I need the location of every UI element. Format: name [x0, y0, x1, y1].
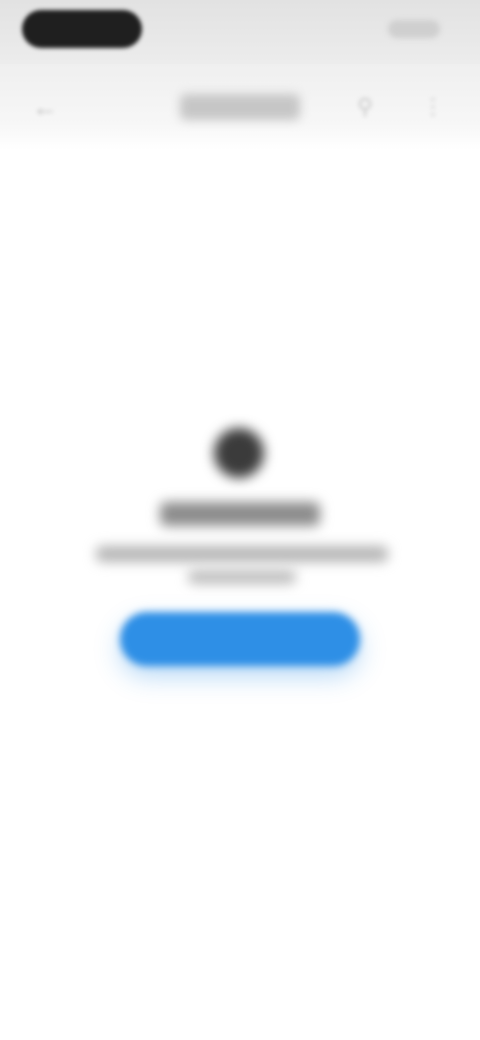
placeholder-icon [214, 428, 264, 478]
back-button[interactable]: ← [30, 92, 60, 122]
status-time-pill [22, 10, 142, 48]
status-indicators [388, 20, 440, 38]
search-button[interactable]: ⚲ [350, 92, 380, 122]
app-screen: ← ⚲ ⋮ [0, 0, 480, 1040]
more-icon: ⋮ [422, 94, 444, 119]
top-toolbar: ← ⚲ ⋮ [0, 64, 480, 150]
empty-state-description-continued [188, 570, 296, 584]
back-arrow-icon: ← [32, 91, 58, 122]
empty-state-title [160, 502, 320, 526]
empty-state-description [96, 546, 388, 562]
search-icon: ⚲ [356, 94, 374, 119]
primary-action-button[interactable] [120, 612, 360, 666]
more-options-button[interactable]: ⋮ [418, 92, 448, 122]
status-bar [0, 0, 480, 64]
page-title [180, 94, 300, 120]
